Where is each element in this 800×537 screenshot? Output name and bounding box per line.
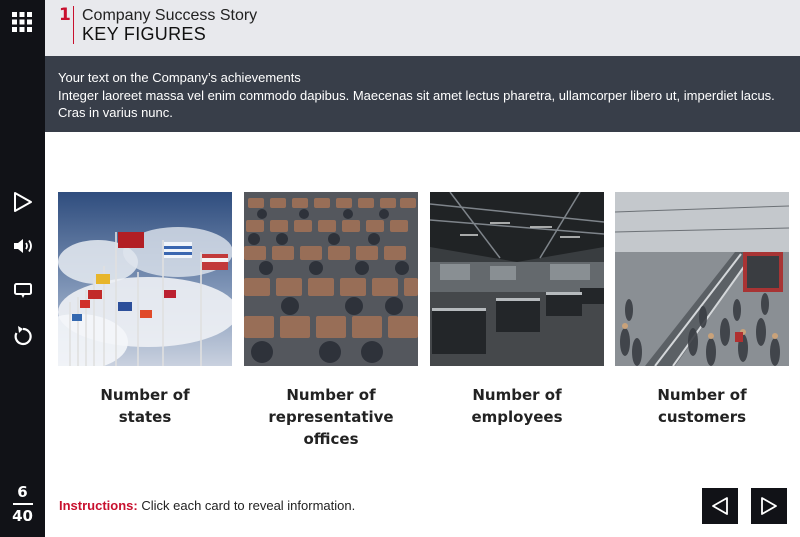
play-icon <box>14 192 32 212</box>
card-label-line: states <box>118 408 172 426</box>
banner-line-3: Cras in varius nunc. <box>58 105 173 120</box>
card-representative-offices[interactable]: Number of representative offices <box>244 192 418 450</box>
banner-line-2: Integer laoreet massa vel enim commodo d… <box>58 87 775 103</box>
replay-button[interactable] <box>9 322 37 350</box>
card-label-line: customers <box>657 408 747 426</box>
page-total: 40 <box>12 507 33 525</box>
volume-icon <box>14 239 32 253</box>
arrow-right-icon <box>761 497 777 515</box>
slide-title: Company Success Story <box>82 7 258 24</box>
instructions: Instructions: Click each card to reveal … <box>59 498 355 513</box>
instructions-text: Click each card to reveal information. <box>137 498 356 513</box>
card-label-line: offices <box>303 430 359 448</box>
office-photo <box>430 192 604 366</box>
card-label-line: employees <box>471 408 563 426</box>
card-employees[interactable]: Number of employees <box>430 192 604 428</box>
card-label-line: Number of <box>657 386 747 404</box>
replay-icon <box>14 326 32 346</box>
arrow-left-icon <box>712 497 728 515</box>
next-slide-button[interactable] <box>751 488 787 524</box>
card-label-line: Number of <box>100 386 190 404</box>
banner-line-1: Your text on the Company’s achievements <box>58 70 301 85</box>
grid-menu-icon[interactable] <box>12 12 32 32</box>
page-current: 6 <box>17 483 28 501</box>
instructions-key: Instructions: <box>59 498 138 513</box>
sidebar: 6 40 <box>0 0 45 537</box>
card-label: Number of employees <box>430 384 604 428</box>
subtitles-icon <box>14 283 32 298</box>
header-divider <box>73 6 74 44</box>
slide-number: 1 <box>59 5 71 25</box>
card-label-line: representative <box>268 408 394 426</box>
previous-slide-button[interactable] <box>702 488 738 524</box>
slide-header: 1 Company Success Story KEY FIGURES <box>45 0 800 56</box>
card-label: Number of customers <box>615 384 789 428</box>
card-label: Number of representative offices <box>244 384 418 450</box>
play-button[interactable] <box>9 188 37 216</box>
card-states[interactable]: Number of states <box>58 192 232 428</box>
card-label-line: Number of <box>472 386 562 404</box>
page-counter-divider <box>12 503 33 505</box>
subtitles-button[interactable] <box>9 277 37 305</box>
volume-button[interactable] <box>9 232 37 260</box>
auditorium-photo <box>244 192 418 366</box>
intro-banner: Your text on the Company’s achievements … <box>45 56 800 132</box>
card-label: Number of states <box>58 384 232 428</box>
page-counter: 6 40 <box>0 484 45 525</box>
mall-crowd-photo <box>615 192 789 366</box>
flags-photo <box>58 192 232 366</box>
card-label-line: Number of <box>286 386 376 404</box>
card-customers[interactable]: Number of customers <box>615 192 789 428</box>
slide-subtitle: KEY FIGURES <box>82 24 207 44</box>
